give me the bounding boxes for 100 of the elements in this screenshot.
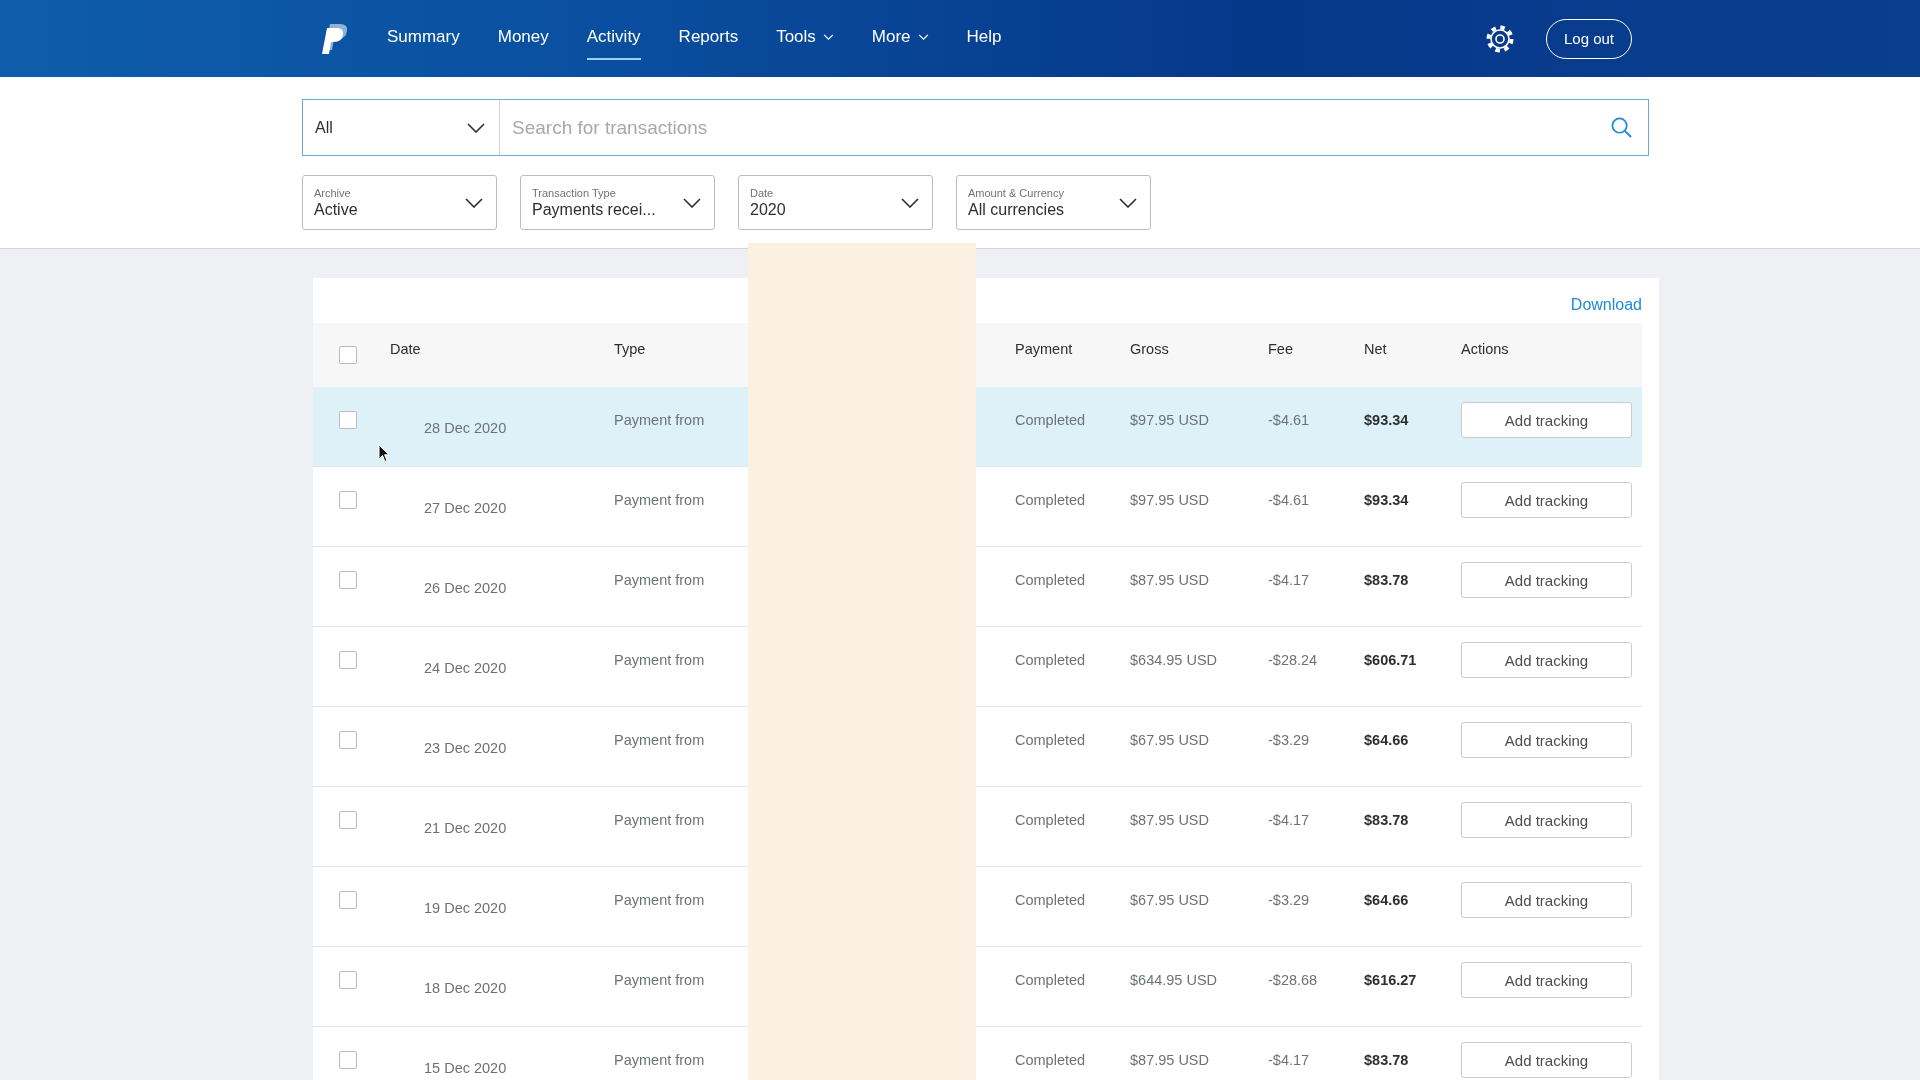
table-cell-text: $97.95 USD <box>1130 411 1209 429</box>
table-cell-text: $93.34 <box>1364 491 1409 509</box>
table-cell-text: Payment from <box>614 651 705 669</box>
table-cell-text: $87.95 USD <box>1130 1051 1209 1069</box>
column-header: Fee <box>1268 340 1294 358</box>
table-cell-text: Completed <box>1015 1051 1086 1069</box>
table-cell-text: Completed <box>1015 571 1086 589</box>
column-header: Payment <box>1015 340 1074 358</box>
table-cell-text: $616.27 <box>1364 971 1417 989</box>
filter-dropdown[interactable]: Transaction Type Payments recei... <box>520 175 715 230</box>
table-cell-text: $93.34 <box>1364 411 1409 429</box>
table-cell-text: $97.95 USD <box>1130 491 1209 509</box>
add-tracking-button[interactable]: Add tracking <box>1461 482 1632 518</box>
checkbox[interactable] <box>339 411 357 429</box>
filter-dropdown[interactable]: Date 2020 <box>738 175 933 230</box>
nav-link[interactable]: Activity <box>586 17 641 60</box>
nav-link[interactable]: Tools <box>776 17 834 60</box>
table-cell-text: $83.78 <box>1364 811 1409 829</box>
table-cell-text: 28 Dec 2020 <box>423 419 507 437</box>
checkbox[interactable] <box>339 1051 357 1069</box>
search-button[interactable] <box>1595 99 1649 156</box>
column-header: Type <box>614 340 647 358</box>
table-cell-text: -$4.17 <box>1268 571 1310 589</box>
checkbox[interactable] <box>339 731 357 749</box>
table-cell-text: Completed <box>1015 731 1086 749</box>
nav-link[interactable]: Summary <box>387 17 460 60</box>
chevron-icon <box>683 197 701 208</box>
table-cell-text: Payment from <box>614 491 705 509</box>
table-cell-text: Payment from <box>614 811 705 829</box>
column-header: Net <box>1364 340 1388 358</box>
table-cell-text: 18 Dec 2020 <box>423 979 507 997</box>
table-cell-text: -$4.61 <box>1268 491 1310 509</box>
search-field[interactable]: Search for transactions <box>500 99 1595 156</box>
table-cell-text: -$28.68 <box>1268 971 1318 989</box>
table-cell-text: 15 Dec 2020 <box>423 1059 507 1077</box>
filter-dropdown[interactable]: Archive Active <box>302 175 497 230</box>
table-cell-text: -$3.29 <box>1268 731 1310 749</box>
table-cell-text: $644.95 USD <box>1130 971 1218 989</box>
filter-dropdown[interactable]: Amount & Currency All currencies <box>956 175 1151 230</box>
checkbox[interactable] <box>339 571 357 589</box>
table-cell-text: 21 Dec 2020 <box>423 819 507 837</box>
cursor-icon <box>378 444 390 463</box>
add-tracking-button[interactable]: Add tracking <box>1461 642 1632 678</box>
table-cell-text: Payment from <box>614 971 705 989</box>
column-header: Actions <box>1461 340 1510 358</box>
table-cell-text: Payment from <box>614 411 705 429</box>
add-tracking-button[interactable]: Add tracking <box>1461 1042 1632 1078</box>
search-icon <box>1611 117 1632 138</box>
chevron-icon <box>1119 197 1137 208</box>
checkbox[interactable] <box>339 491 357 509</box>
logo-icon[interactable] <box>321 22 349 55</box>
table-cell-text: $67.95 USD <box>1130 731 1209 749</box>
table-cell-text: Completed <box>1015 811 1086 829</box>
table-cell-text: 27 Dec 2020 <box>423 499 507 517</box>
scope-dropdown[interactable]: All <box>302 99 500 156</box>
table-cell-text: 24 Dec 2020 <box>423 659 507 677</box>
checkbox[interactable] <box>339 346 357 364</box>
table-cell-text: Completed <box>1015 651 1086 669</box>
table-cell-text: -$3.29 <box>1268 891 1310 909</box>
nav-link[interactable]: Money <box>497 17 549 60</box>
column-header: Date <box>390 340 422 358</box>
checkbox[interactable] <box>339 971 357 989</box>
table-cell-text: Completed <box>1015 971 1086 989</box>
table-cell-text: 26 Dec 2020 <box>423 579 507 597</box>
nav-link[interactable]: More <box>871 17 929 60</box>
nav-link[interactable]: Help <box>966 17 1002 60</box>
table-cell-text: $87.95 USD <box>1130 571 1209 589</box>
add-tracking-button[interactable]: Add tracking <box>1461 402 1632 438</box>
table-cell-text: -$4.17 <box>1268 811 1310 829</box>
chevron-icon <box>467 122 485 133</box>
table-cell-text: -$4.17 <box>1268 1051 1310 1069</box>
table-cell-text: -$28.24 <box>1268 651 1318 669</box>
table-cell-text: $67.95 USD <box>1130 891 1209 909</box>
table-cell-text: Payment from <box>614 1051 705 1069</box>
settings-icon[interactable] <box>1485 23 1515 54</box>
table-cell-text: $87.95 USD <box>1130 811 1209 829</box>
table-cell-text: $634.95 USD <box>1130 651 1218 669</box>
table-cell-text: $64.66 <box>1364 731 1409 749</box>
checkbox[interactable] <box>339 651 357 669</box>
table-cell-text: Payment from <box>614 571 705 589</box>
add-tracking-button[interactable]: Add tracking <box>1461 722 1632 758</box>
table-cell-text: Completed <box>1015 411 1086 429</box>
chevron-icon <box>901 197 919 208</box>
nav-link[interactable]: Reports <box>678 17 739 60</box>
download-link[interactable]: Download <box>1570 296 1642 314</box>
table-cell-text: $606.71 <box>1364 651 1417 669</box>
table-cell-text: -$4.61 <box>1268 411 1310 429</box>
add-tracking-button[interactable]: Add tracking <box>1461 802 1632 838</box>
add-tracking-button[interactable]: Add tracking <box>1461 562 1632 598</box>
table-cell-text: Completed <box>1015 891 1086 909</box>
checkbox[interactable] <box>339 891 357 909</box>
checkbox[interactable] <box>339 811 357 829</box>
add-tracking-button[interactable]: Add tracking <box>1461 882 1632 918</box>
table-cell-text: $64.66 <box>1364 891 1409 909</box>
column-header: Gross <box>1130 340 1170 358</box>
table-cell-text: Payment from <box>614 731 705 749</box>
add-tracking-button[interactable]: Add tracking <box>1461 962 1632 998</box>
table-cell-text: $83.78 <box>1364 1051 1409 1069</box>
table-cell-text: 23 Dec 2020 <box>423 739 507 757</box>
table-cell-text: 19 Dec 2020 <box>423 899 507 917</box>
